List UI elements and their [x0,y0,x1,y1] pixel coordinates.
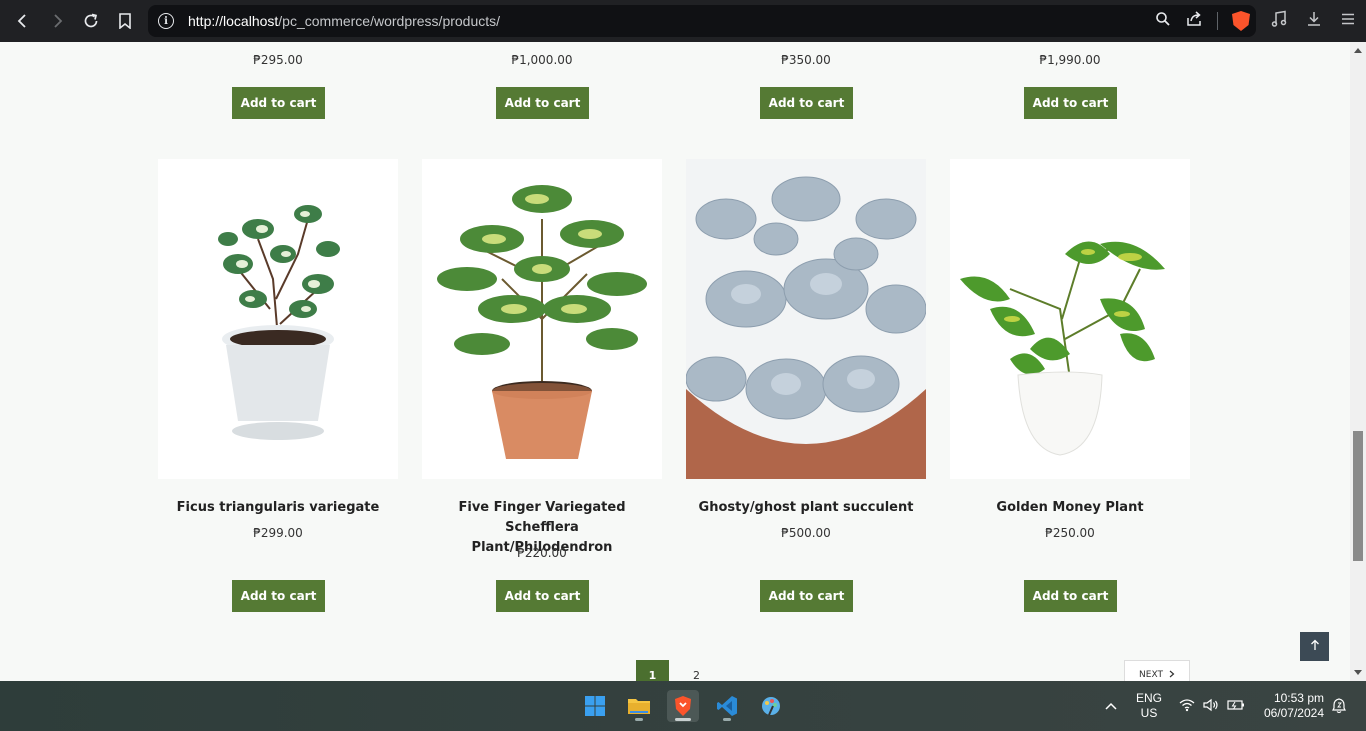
language-region: US [1140,706,1158,720]
clock-date: 06/07/2024 [1263,706,1324,720]
pagination-next-button[interactable]: NEXT [1124,660,1190,681]
file-explorer-icon[interactable] [623,690,655,722]
product-title[interactable]: Golden Money Plant [950,498,1190,518]
url-host: http://localhost [188,13,279,29]
next-label: NEXT [1139,670,1163,680]
wifi-icon [1179,698,1195,715]
url-text[interactable]: http://localhost/pc_commerce/wordpress/p… [188,13,500,29]
volume-icon [1203,698,1219,715]
back-icon[interactable] [6,0,40,42]
running-indicator [635,718,643,721]
product-price: ₱350.00 [781,53,831,67]
product-title[interactable]: Ficus triangularis variegate [158,498,398,518]
bookmark-icon[interactable] [108,0,142,42]
notification-bell-icon[interactable] [1332,681,1346,731]
add-to-cart-button[interactable]: Add to cart [496,87,589,119]
product-price: ₱295.00 [253,53,303,67]
system-tray-quick-settings[interactable] [1179,681,1245,731]
forward-icon[interactable] [40,0,74,42]
product-price: ₱500.00 [781,526,831,540]
product-title[interactable]: Ghosty/ghost plant succulent [686,498,926,518]
windows-start-icon[interactable] [579,690,611,722]
url-path: /pc_commerce/wordpress/products/ [278,13,501,29]
scroll-up-arrow-icon[interactable] [1354,48,1362,53]
brave-shields-icon[interactable] [1232,11,1250,31]
clock[interactable]: 10:53 pm 06/07/2024 [1256,681,1324,731]
pagination-page-1[interactable]: 1 [636,660,669,681]
product-image-ficus[interactable] [158,159,398,479]
input-language-indicator[interactable]: ENG US [1136,681,1162,731]
download-icon[interactable] [1306,11,1322,31]
zoom-icon[interactable] [1155,11,1171,31]
running-indicator [675,718,691,721]
show-hidden-icons-chevron-up-icon[interactable] [1104,681,1118,731]
brave-browser-icon[interactable] [667,690,699,722]
product-price: ₱250.00 [1045,526,1095,540]
add-to-cart-button[interactable]: Add to cart [1024,580,1117,612]
back-to-top-button[interactable] [1300,632,1329,661]
page-scrollbar[interactable] [1350,42,1366,681]
scroll-down-arrow-icon[interactable] [1354,670,1362,675]
product-image-money-plant[interactable] [950,159,1190,479]
share-icon[interactable] [1185,10,1203,32]
add-to-cart-button[interactable]: Add to cart [760,580,853,612]
add-to-cart-button[interactable]: Add to cart [1024,87,1117,119]
arrow-up-icon [1310,639,1320,654]
toolbar-separator [1217,12,1218,30]
product-price: ₱220.00 [517,546,567,560]
running-indicator [723,718,731,721]
product-price: ₱299.00 [253,526,303,540]
site-info-icon[interactable]: i [158,13,174,29]
media-icon[interactable] [1270,10,1288,32]
product-price: ₱1,000.00 [511,53,573,67]
browser-toolbar: i http://localhost/pc_commerce/wordpress… [0,0,1366,42]
scroll-thumb[interactable] [1353,431,1363,561]
battery-icon [1227,699,1245,714]
vscode-icon[interactable] [711,690,743,722]
address-bar[interactable]: i http://localhost/pc_commerce/wordpress… [148,5,1256,37]
add-to-cart-button[interactable]: Add to cart [496,580,589,612]
reload-icon[interactable] [74,0,108,42]
pagination-page-2[interactable]: 2 [680,660,713,682]
page-content: ₱295.00 ₱1,000.00 ₱350.00 ₱1,990.00 Add … [0,42,1350,681]
menu-icon[interactable] [1340,11,1356,31]
add-to-cart-button[interactable]: Add to cart [760,87,853,119]
paint-app-icon[interactable] [755,690,787,722]
chevron-right-icon [1169,670,1175,681]
language-code: ENG [1136,691,1163,705]
taskbar: ENG US 10:53 pm 06/07/2024 [0,681,1366,731]
add-to-cart-button[interactable]: Add to cart [232,580,325,612]
clock-time: 10:53 pm [1273,691,1324,705]
product-image-ghost-plant[interactable] [686,159,926,479]
add-to-cart-button[interactable]: Add to cart [232,87,325,119]
product-image-schefflera[interactable] [422,159,662,479]
product-price: ₱1,990.00 [1039,53,1101,67]
